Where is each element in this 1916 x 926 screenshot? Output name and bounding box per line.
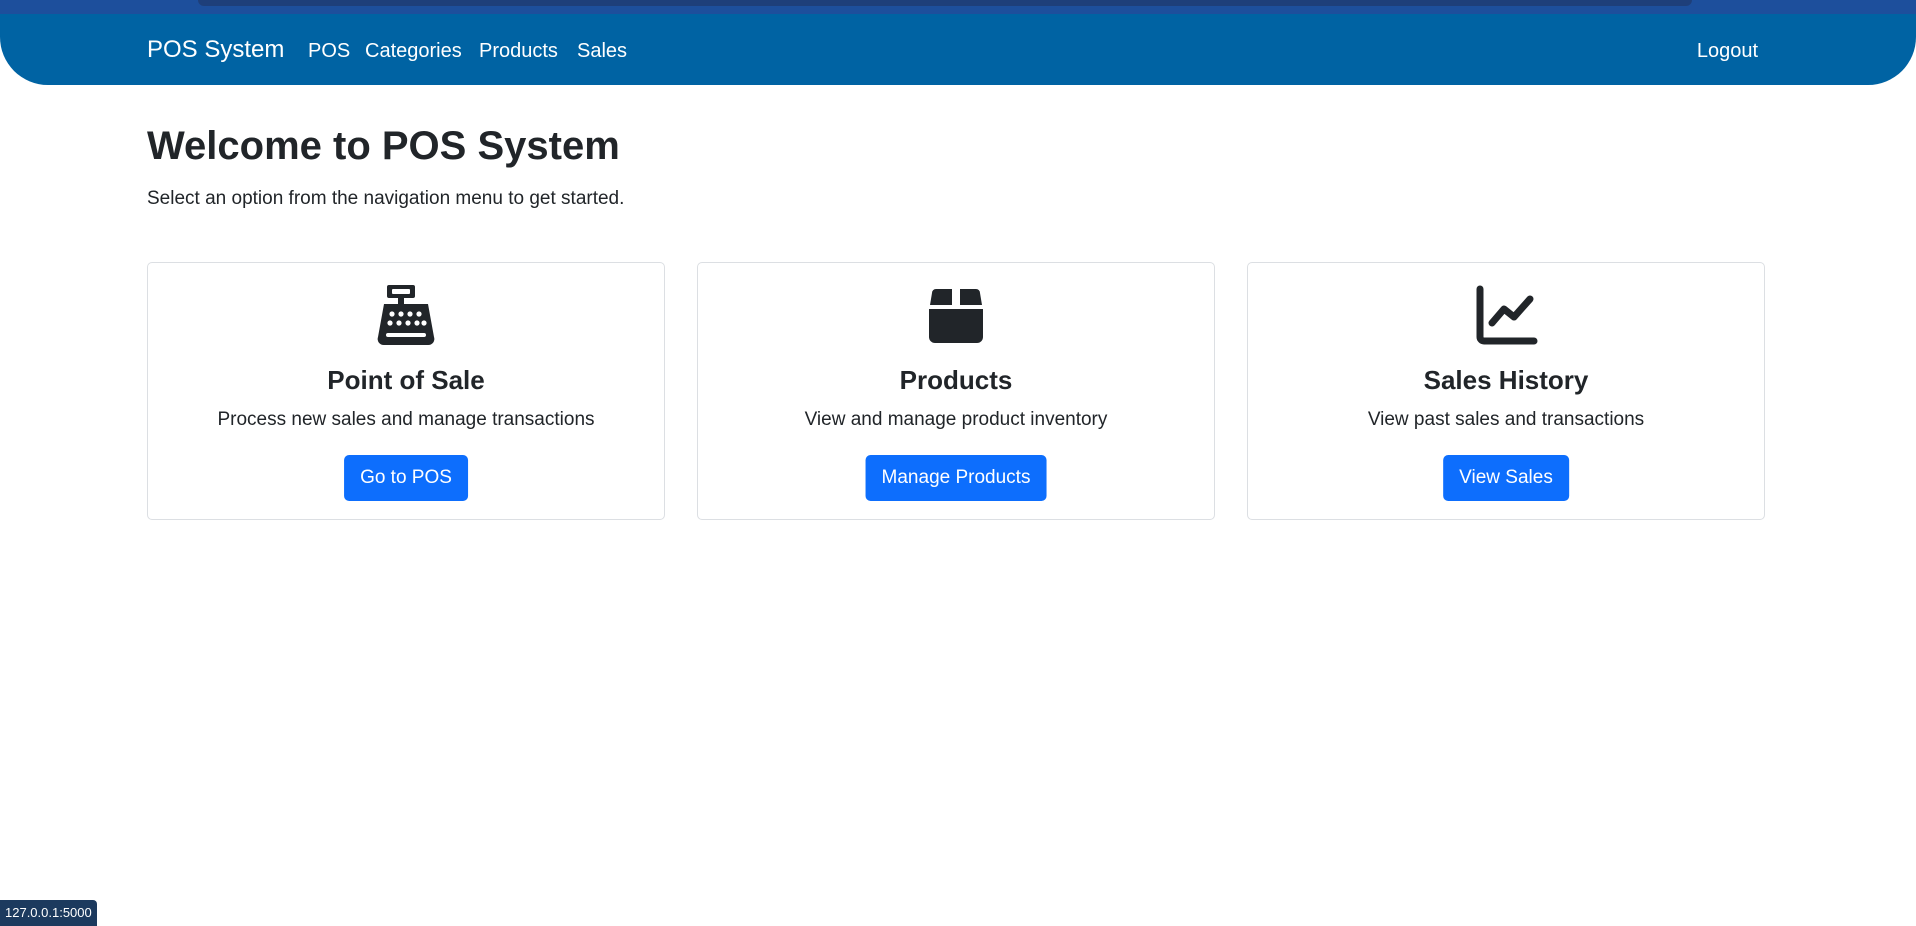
page-title: Welcome to POS System	[147, 124, 620, 168]
go-to-pos-button[interactable]: Go to POS	[344, 455, 468, 501]
nav-link-sales[interactable]: Sales	[577, 40, 627, 63]
navbar-brand[interactable]: POS System	[147, 36, 284, 64]
cash-register-icon	[377, 285, 435, 346]
card-sales-history: Sales History View past sales and transa…	[1247, 262, 1765, 520]
card-products: Products View and manage product invento…	[697, 262, 1215, 520]
card-title: Sales History	[1423, 365, 1589, 395]
page-subtitle: Select an option from the navigation men…	[147, 188, 625, 209]
card-text: View past sales and transactions	[1367, 409, 1645, 430]
chart-line-icon	[1476, 285, 1538, 345]
box-icon	[929, 289, 983, 343]
card-title: Point of Sale	[327, 365, 485, 395]
view-sales-button[interactable]: View Sales	[1443, 455, 1569, 501]
browser-top-strip-inner	[198, 0, 1692, 6]
nav-link-products[interactable]: Products	[479, 40, 558, 63]
status-bar-url: 127.0.0.1:5000	[0, 900, 97, 926]
manage-products-button[interactable]: Manage Products	[865, 455, 1047, 501]
card-text: Process new sales and manage transaction…	[217, 409, 595, 430]
card-title: Products	[899, 365, 1013, 395]
navbar	[0, 14, 1916, 85]
card-text: View and manage product inventory	[804, 409, 1108, 430]
nav-link-pos[interactable]: POS	[308, 40, 350, 63]
card-point-of-sale: Point of Sale Process new sales and mana…	[147, 262, 665, 520]
nav-link-categories[interactable]: Categories	[365, 40, 462, 63]
logout-link[interactable]: Logout	[1697, 40, 1758, 63]
